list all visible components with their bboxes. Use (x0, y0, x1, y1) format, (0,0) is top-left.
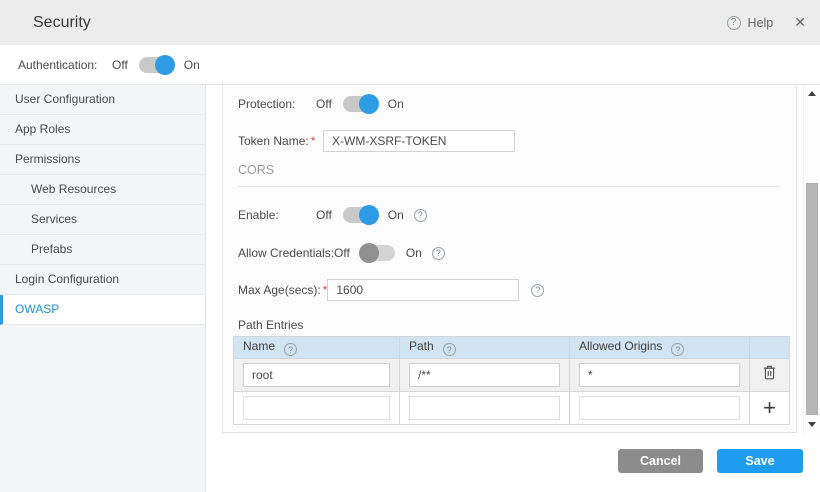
path-entry-origins-input-1[interactable] (579, 396, 740, 420)
scrollbar-thumb[interactable] (806, 183, 818, 415)
sidebar-item-user-configuration[interactable]: User Configuration (0, 85, 205, 115)
protection-on-label: On (388, 97, 404, 111)
security-dialog: Security ? Help ✕ Authentication: Off On… (0, 0, 820, 492)
sidebar-item-prefabs[interactable]: Prefabs (0, 235, 205, 265)
name-column-help-icon[interactable]: ? (284, 343, 297, 356)
path-entry-name-input-1[interactable] (243, 396, 390, 420)
cors-enable-row: Enable: Off On ? (238, 204, 427, 226)
scrollbar[interactable] (803, 85, 820, 433)
allow-credentials-row: Allow Credentials: Off On ? (238, 242, 445, 264)
allow-credentials-on-label: On (406, 246, 422, 260)
cancel-button[interactable]: Cancel (618, 449, 703, 473)
allow-credentials-off-label: Off (334, 246, 350, 260)
cors-enable-toggle[interactable] (343, 207, 377, 223)
table-row: + (234, 392, 790, 425)
sidebar-item-login-configuration[interactable]: Login Configuration (0, 265, 205, 295)
enable-help-icon[interactable]: ? (414, 209, 427, 222)
protection-label: Protection: (238, 97, 316, 111)
help-button[interactable]: Help (748, 16, 774, 30)
plus-icon: + (763, 395, 776, 420)
allow-credentials-label: Allow Credentials: (238, 246, 334, 260)
authentication-row: Authentication: Off On (0, 45, 820, 85)
toggle-knob (359, 243, 379, 263)
column-header-allowed-origins: Allowed Origins? (570, 337, 750, 359)
table-row (234, 359, 790, 392)
dialog-header: Security ? Help ✕ (0, 0, 820, 45)
enable-on-label: On (388, 208, 404, 222)
header-actions: ? Help ✕ (727, 0, 806, 45)
column-header-actions (750, 337, 790, 359)
toggle-knob (359, 94, 379, 114)
authentication-off-label: Off (112, 58, 128, 72)
allowed-origins-column-help-icon[interactable]: ? (671, 343, 684, 356)
path-entry-origins-input-0[interactable] (579, 363, 740, 387)
token-name-label: Token Name:* (238, 134, 323, 148)
add-row-button[interactable]: + (750, 392, 790, 425)
path-entries-label: Path Entries (238, 318, 303, 332)
toggle-knob (359, 205, 379, 225)
protection-toggle[interactable] (343, 96, 377, 112)
column-header-name: Name? (234, 337, 400, 359)
max-age-input[interactable] (327, 279, 519, 301)
authentication-label: Authentication: (18, 58, 112, 72)
enable-off-label: Off (316, 208, 332, 222)
allow-credentials-help-icon[interactable]: ? (432, 247, 445, 260)
sidebar-item-permissions[interactable]: Permissions (0, 145, 205, 175)
save-button[interactable]: Save (717, 449, 803, 473)
path-entry-path-input-0[interactable] (409, 363, 560, 387)
max-age-label: Max Age(secs):* (238, 283, 327, 297)
path-column-help-icon[interactable]: ? (443, 343, 456, 356)
column-header-path: Path? (400, 337, 570, 359)
required-mark: * (311, 134, 316, 148)
scroll-up-icon[interactable] (808, 91, 816, 96)
path-entries-table: Name? Path? Allowed Origins? (233, 336, 790, 425)
help-icon[interactable]: ? (727, 16, 741, 30)
sidebar-item-services[interactable]: Services (0, 205, 205, 235)
max-age-row: Max Age(secs):* ? (238, 279, 544, 301)
scroll-down-icon[interactable] (808, 422, 816, 427)
allow-credentials-toggle[interactable] (361, 245, 395, 261)
enable-label: Enable: (238, 208, 316, 222)
max-age-help-icon[interactable]: ? (531, 284, 544, 297)
token-name-input[interactable] (323, 130, 515, 152)
sidebar-item-owasp[interactable]: OWASP (0, 295, 205, 325)
sidebar: User Configuration App Roles Permissions… (0, 85, 206, 492)
page-title: Security (33, 0, 91, 45)
authentication-on-label: On (184, 58, 200, 72)
sidebar-item-web-resources[interactable]: Web Resources (0, 175, 205, 205)
table-header-row: Name? Path? Allowed Origins? (234, 337, 790, 359)
trash-icon (762, 368, 777, 385)
delete-row-button[interactable] (750, 359, 790, 392)
token-name-row: Token Name:* (238, 130, 515, 152)
protection-row: Protection: Off On (238, 93, 404, 115)
section-divider (238, 186, 780, 187)
path-entry-path-input-1[interactable] (409, 396, 560, 420)
cors-section-heading: CORS (238, 163, 274, 177)
close-icon[interactable]: ✕ (794, 14, 806, 31)
path-entry-name-input-0[interactable] (243, 363, 390, 387)
toggle-knob (155, 55, 175, 75)
authentication-toggle[interactable] (139, 57, 173, 73)
protection-off-label: Off (316, 97, 332, 111)
sidebar-item-app-roles[interactable]: App Roles (0, 115, 205, 145)
owasp-settings-panel: Protection: Off On Token Name:* CORS Ena… (222, 85, 797, 433)
